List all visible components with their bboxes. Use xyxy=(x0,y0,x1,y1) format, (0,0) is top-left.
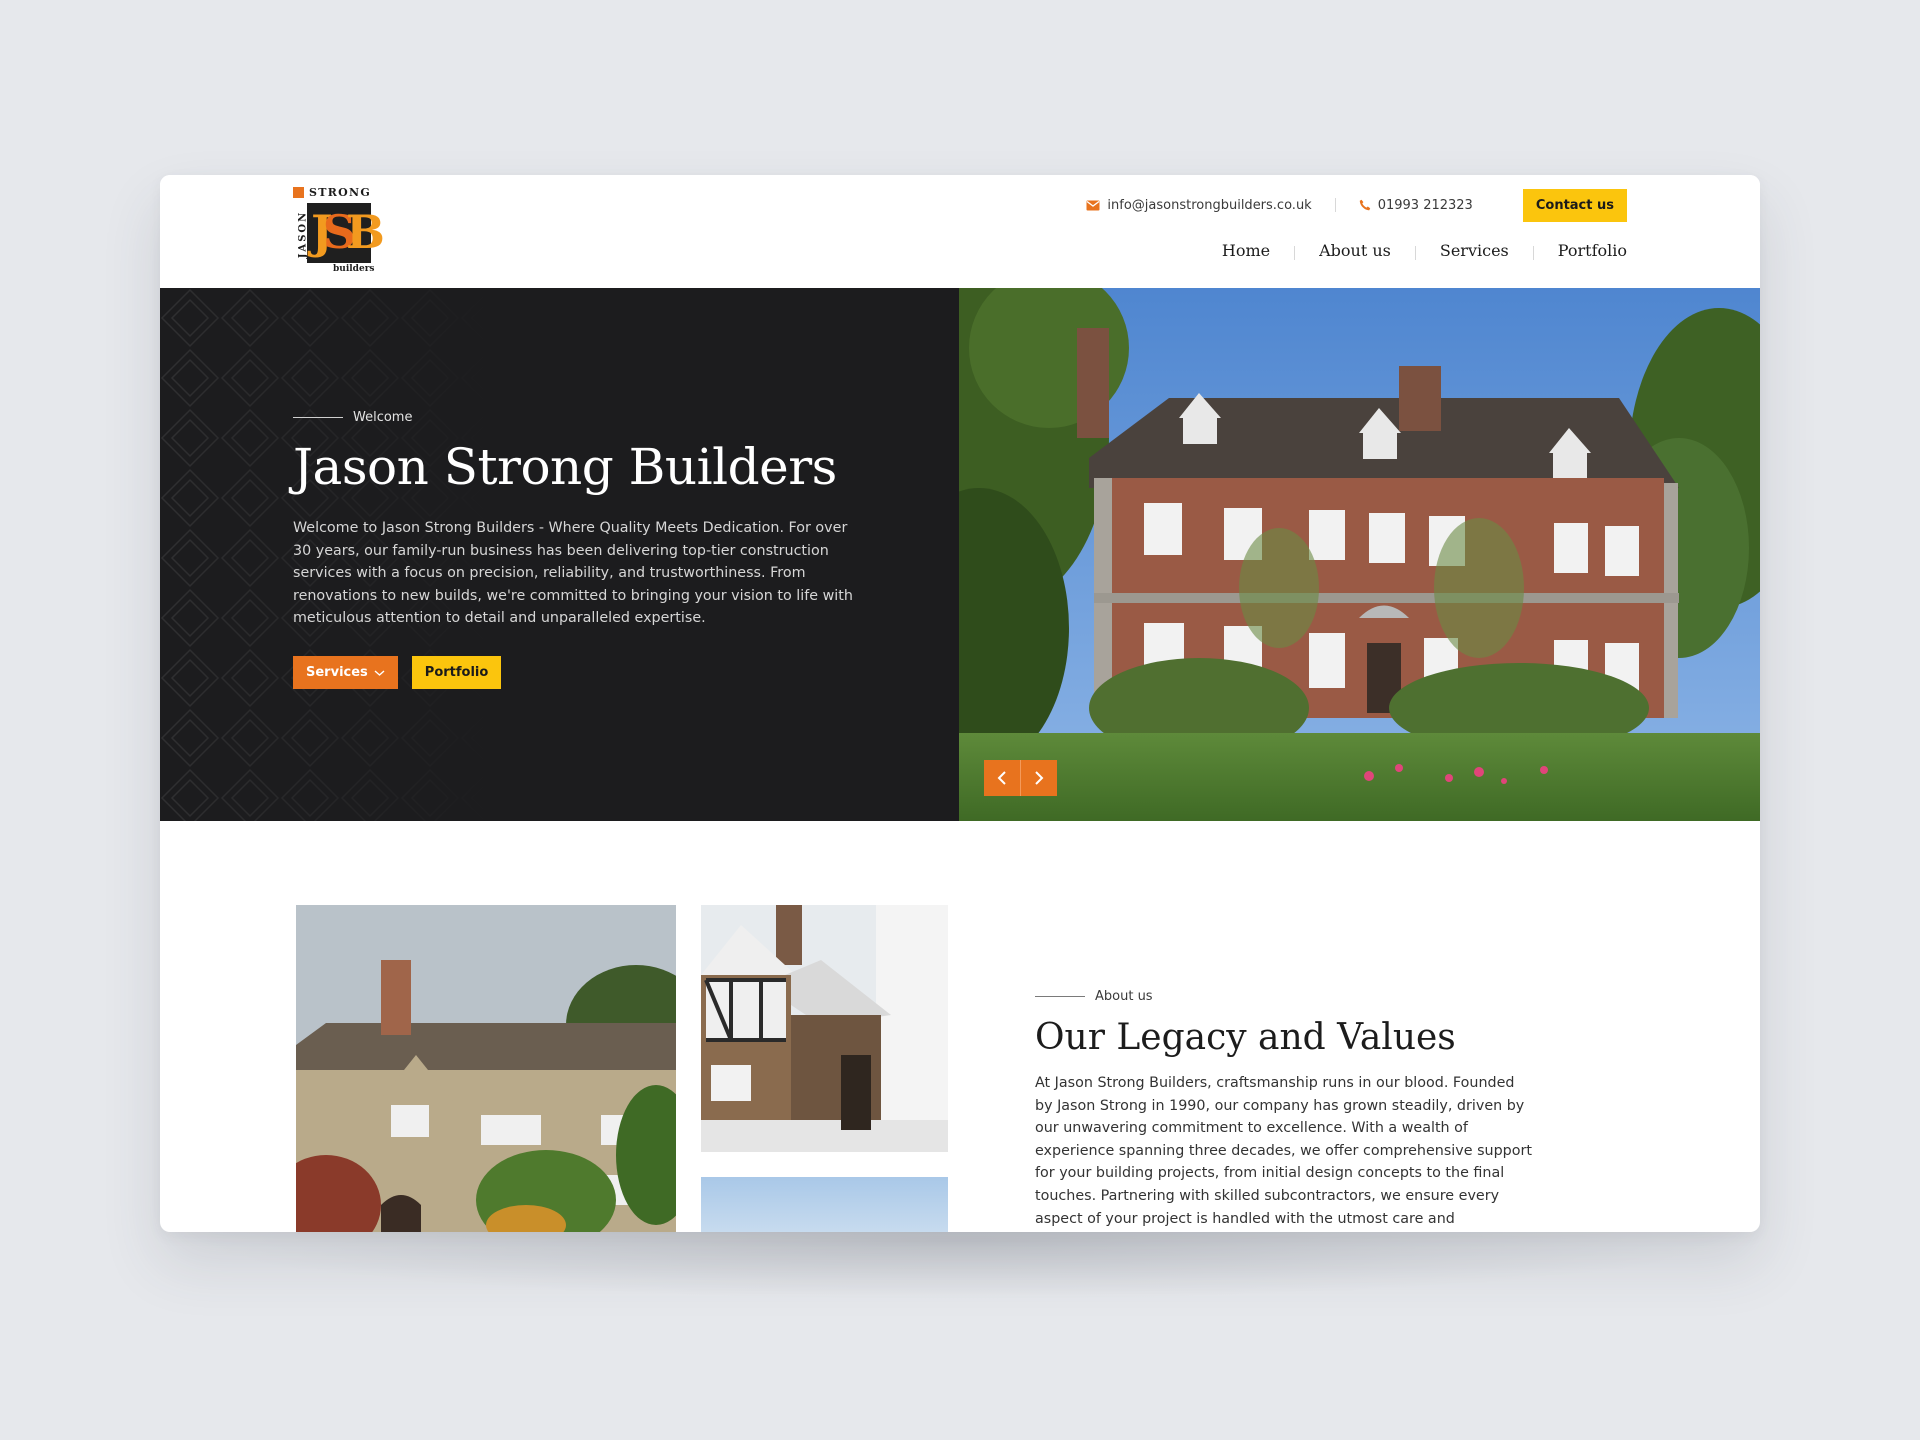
eyebrow-line xyxy=(1035,996,1085,997)
contact-topbar: info@jasonstrongbuilders.co.uk 01993 212… xyxy=(1086,188,1627,222)
services-button-label: Services xyxy=(306,665,368,680)
about-title: Our Legacy and Values xyxy=(1035,1017,1456,1058)
sky-image xyxy=(701,1177,948,1232)
services-button[interactable]: Services xyxy=(293,656,398,689)
tudor-house-image xyxy=(701,905,948,1152)
hero-eyebrow-text: Welcome xyxy=(353,410,413,425)
eyebrow-line xyxy=(293,417,343,418)
slider-next-button[interactable] xyxy=(1021,760,1057,796)
site-header: STRONG JASON JSB builders info@jasonstro… xyxy=(160,175,1760,295)
topbar-divider xyxy=(1334,198,1336,212)
about-eyebrow: About us xyxy=(1035,989,1153,1004)
email-link[interactable]: info@jasonstrongbuilders.co.uk xyxy=(1086,197,1312,213)
nav-divider xyxy=(1532,245,1534,260)
logo-builders-text: builders xyxy=(333,264,375,274)
slider-prev-button[interactable] xyxy=(984,760,1020,796)
hero-section: Welcome Jason Strong Builders Welcome to… xyxy=(160,288,1760,821)
phone-icon xyxy=(1359,199,1370,211)
brand-logo[interactable]: STRONG JASON JSB builders xyxy=(293,186,385,277)
phone-link[interactable]: 01993 212323 xyxy=(1359,198,1473,213)
slider-controls xyxy=(984,760,1057,796)
logo-square xyxy=(293,187,304,198)
tudor-illustration xyxy=(701,905,948,1152)
chevron-down-icon xyxy=(374,669,385,676)
website-frame: STRONG JASON JSB builders info@jasonstro… xyxy=(160,175,1760,1232)
phone-text: 01993 212323 xyxy=(1377,197,1473,213)
about-eyebrow-text: About us xyxy=(1095,989,1153,1004)
mail-icon xyxy=(1086,200,1100,210)
contact-us-button[interactable]: Contact us xyxy=(1522,188,1627,222)
email-text: info@jasonstrongbuilders.co.uk xyxy=(1107,197,1312,213)
nav-divider xyxy=(1294,245,1296,260)
hero-eyebrow: Welcome xyxy=(293,410,412,425)
nav-divider xyxy=(1414,245,1416,260)
hero-house-image xyxy=(959,288,1760,821)
logo-strong-text: STRONG xyxy=(309,186,372,199)
hero-text-panel: Welcome Jason Strong Builders Welcome to… xyxy=(160,288,959,821)
nav-item-services[interactable]: Services xyxy=(1440,241,1509,264)
stone-cottage-image xyxy=(296,905,676,1232)
main-nav: Home About us Services Portfolio xyxy=(1221,241,1627,295)
portfolio-button[interactable]: Portfolio xyxy=(411,656,502,689)
logo-initials: JSB xyxy=(311,205,385,259)
cottage-illustration xyxy=(296,905,676,1232)
nav-item-portfolio[interactable]: Portfolio xyxy=(1558,241,1627,264)
about-description: At Jason Strong Builders, craftsmanship … xyxy=(1035,1075,1532,1227)
nav-item-home[interactable]: Home xyxy=(1221,241,1271,295)
hero-title: Jason Strong Builders xyxy=(293,438,837,496)
chevron-right-icon xyxy=(1035,771,1044,785)
hero-description: Welcome to Jason Strong Builders - Where… xyxy=(293,520,853,627)
nav-item-about-us[interactable]: About us xyxy=(1319,241,1391,264)
manor-house-illustration xyxy=(959,288,1760,821)
hero-buttons: Services Portfolio xyxy=(293,656,502,689)
chevron-left-icon xyxy=(997,771,1006,785)
